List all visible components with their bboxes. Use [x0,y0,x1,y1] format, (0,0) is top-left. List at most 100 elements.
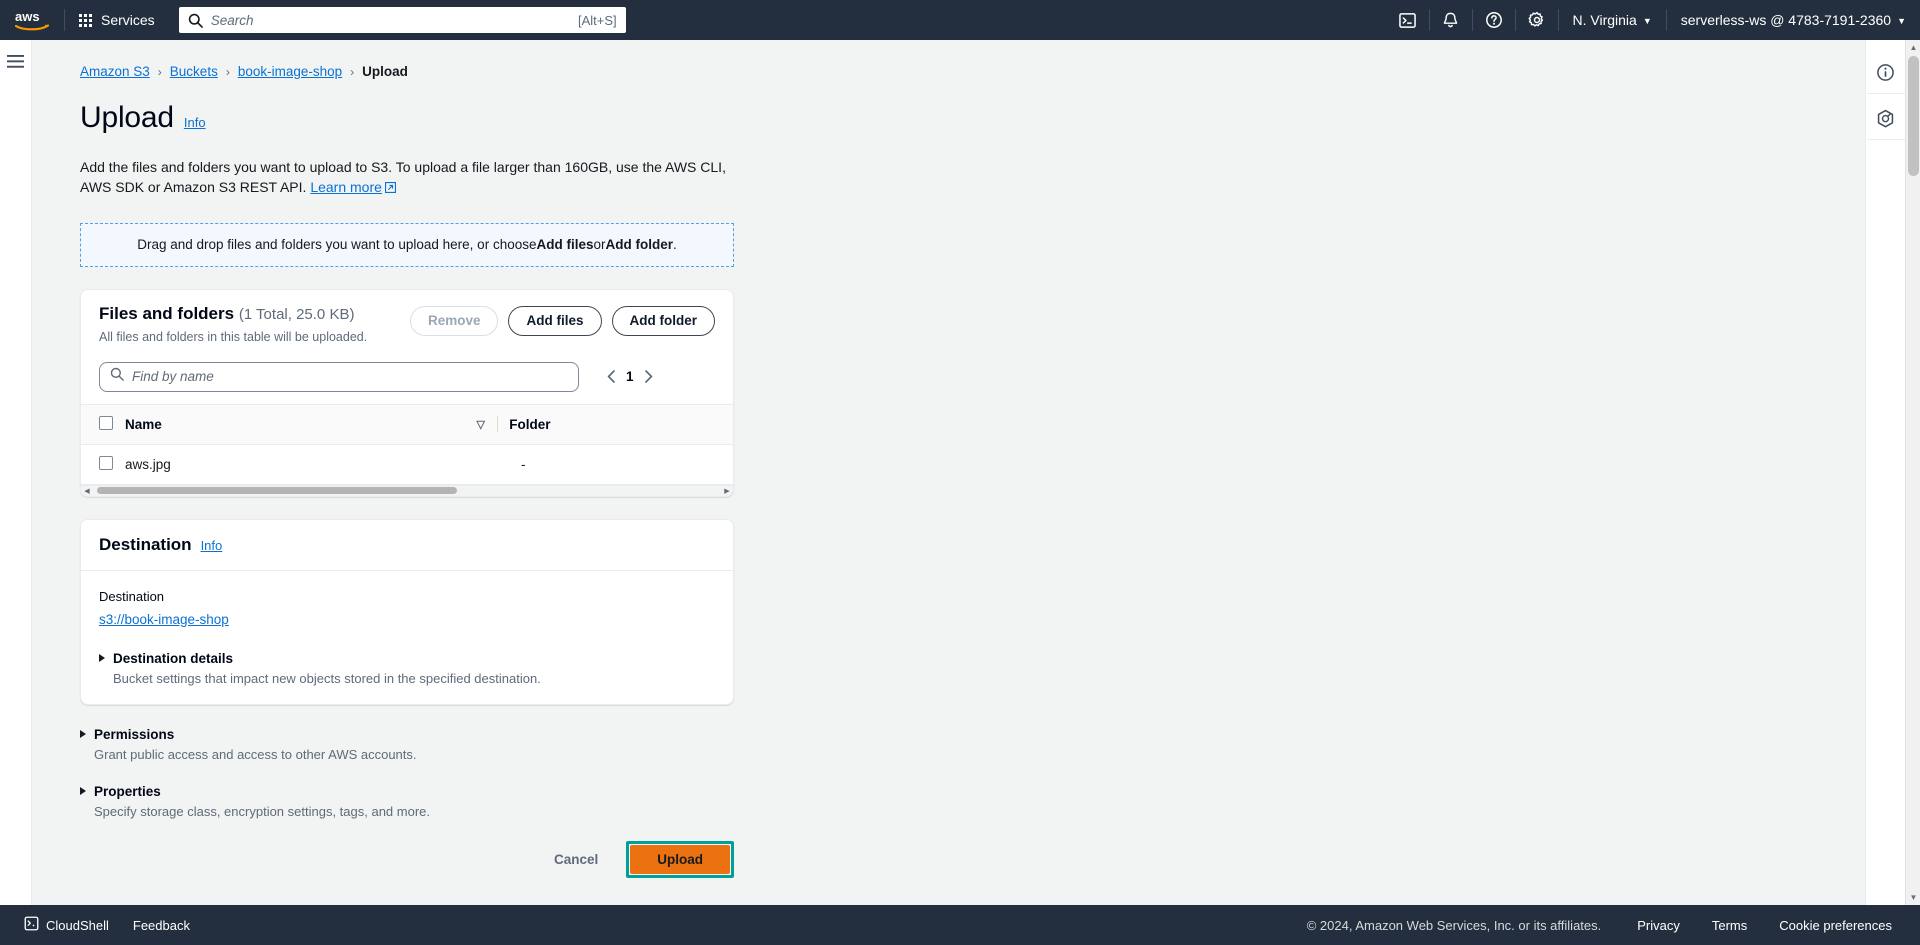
properties-subtitle: Specify storage class, encryption settin… [94,803,431,819]
column-header-folder[interactable]: Folder [497,403,733,445]
page-info-link[interactable]: Info [184,115,206,130]
account-menu[interactable]: serverless-ws @ 4783-7191-2360 ▼ [1667,0,1920,40]
cell-name: aws.jpg [125,444,497,485]
page-scrollbar-thumb[interactable] [1908,56,1919,176]
search-shortcut-hint: [Alt+S] [578,12,617,28]
row-select-cell [81,444,125,485]
files-table-toolbar: 1 [81,356,733,404]
permissions-title: Permissions [94,726,175,742]
search-input[interactable] [202,7,573,33]
breadcrumb-separator-icon: › [225,64,230,79]
scrollbar-thumb[interactable] [97,487,457,495]
table-pagination: 1 [607,369,653,384]
scroll-left-icon[interactable]: ◀ [81,487,93,495]
dropzone-add-folder-bold: Add folder [605,237,674,253]
chevron-down-icon: ▼ [1897,16,1906,26]
sort-descending-icon[interactable]: ▽ [477,418,485,431]
breadcrumb-item-amazon-s3[interactable]: Amazon S3 [80,64,150,79]
destination-info-link[interactable]: Info [201,538,223,553]
hamburger-menu-icon[interactable] [7,54,24,69]
permissions-section[interactable]: Permissions Grant public access and acce… [80,727,734,762]
copyright-text: © 2024, Amazon Web Services, Inc. or its… [1306,917,1602,933]
breadcrumb-item-upload: Upload [362,64,408,79]
file-dropzone[interactable]: Drag and drop files and folders you want… [80,222,734,267]
add-files-button[interactable]: Add files [508,305,602,336]
table-row[interactable]: aws.jpg - [81,444,733,485]
chevron-down-icon: ▼ [1642,16,1652,26]
feedback-link[interactable]: Feedback [121,918,202,933]
add-folder-button[interactable]: Add folder [611,305,715,336]
cell-folder-value: - [521,456,526,472]
hexagon-tool-icon[interactable] [1866,98,1905,140]
select-all-header [81,403,125,445]
find-by-name-input[interactable] [124,368,568,386]
destination-uri-link[interactable]: s3://book-image-shop [99,612,229,627]
cloudshell-button[interactable]: CloudShell [12,916,121,934]
dropzone-text-middle: or [593,237,606,253]
cookie-preferences-link[interactable]: Cookie preferences [1763,918,1908,933]
main-content: Amazon S3 › Buckets › book-image-shop › … [32,40,1865,905]
breadcrumb: Amazon S3 › Buckets › book-image-shop › … [80,64,1865,79]
column-header-name-label: Name [125,416,162,432]
scroll-up-icon[interactable]: ▲ [1906,40,1920,55]
files-table: Name ▽ Folder aws.jpg - [81,403,733,485]
breadcrumb-item-bucket[interactable]: book-image-shop [238,64,342,79]
aws-logo[interactable]: aws [0,9,64,31]
destination-field-label: Destination [99,588,165,604]
dropzone-text-after: . [673,237,677,253]
dropzone-text-before: Drag and drop files and folders you want… [137,237,537,253]
table-horizontal-scrollbar[interactable]: ◀ ▶ [81,484,733,496]
breadcrumb-item-buckets[interactable]: Buckets [170,64,218,79]
destination-details-expander[interactable]: Destination details Bucket settings that… [99,651,715,686]
bell-icon[interactable] [1430,0,1472,40]
global-search-box[interactable]: [Alt+S] [178,7,626,33]
page-title: Upload [80,101,174,134]
right-rail [1865,40,1905,905]
files-card-count: (1 Total, 25.0 KB) [238,305,355,323]
terms-link[interactable]: Terms [1696,918,1763,933]
select-all-checkbox[interactable] [99,415,113,430]
cloudshell-icon [24,916,39,934]
page-description: Add the files and folders you want to up… [80,157,740,199]
scroll-right-icon[interactable]: ▶ [721,487,733,495]
column-header-name[interactable]: Name ▽ [125,403,497,445]
properties-title: Properties [94,783,161,799]
page-description-text: Add the files and folders you want to up… [80,159,726,196]
next-page-icon[interactable] [644,370,653,383]
info-circle-icon[interactable] [1866,52,1905,94]
breadcrumb-separator-icon: › [157,64,162,79]
column-header-folder-label: Folder [509,417,551,433]
region-selector[interactable]: N. Virginia ▼ [1559,0,1666,40]
remove-button[interactable]: Remove [409,305,499,336]
gear-icon[interactable] [1516,0,1558,40]
dropzone-add-files-bold: Add files [536,237,594,253]
files-and-folders-card: Files and folders (1 Total, 25.0 KB) All… [80,288,734,497]
properties-section[interactable]: Properties Specify storage class, encryp… [80,784,734,819]
upload-button[interactable]: Upload [630,844,730,874]
bottom-bar-right: © 2024, Amazon Web Services, Inc. or its… [1307,918,1908,933]
page-header: Upload Info [80,101,1865,135]
learn-more-link[interactable]: Learn more [310,179,382,195]
cell-folder: - [497,444,733,485]
left-rail [0,40,32,905]
cloudshell-icon[interactable] [1387,0,1429,40]
privacy-link[interactable]: Privacy [1621,918,1696,933]
region-label: N. Virginia [1572,12,1637,28]
current-page-number[interactable]: 1 [626,369,634,384]
bottom-bar: CloudShell Feedback © 2024, Amazon Web S… [0,905,1920,945]
scrollbar-track[interactable] [93,487,721,495]
find-by-name-box[interactable] [99,361,579,392]
svg-text:aws: aws [15,9,40,24]
external-link-icon [384,178,396,198]
top-navigation-bar: aws Services [Alt+S] [0,0,1920,40]
scroll-down-icon[interactable]: ▼ [1906,890,1920,905]
help-circle-icon[interactable] [1473,0,1515,40]
cancel-button[interactable]: Cancel [536,846,616,873]
page-scrollbar[interactable]: ▲ ▼ [1905,40,1920,905]
chevron-right-icon [99,654,105,663]
destination-card: Destination Info Destination s3://book-i… [80,518,734,705]
upload-button-focus-ring: Upload [626,840,734,878]
row-checkbox[interactable] [99,455,113,470]
previous-page-icon[interactable] [607,370,616,383]
services-menu-button[interactable]: Services [65,0,169,40]
